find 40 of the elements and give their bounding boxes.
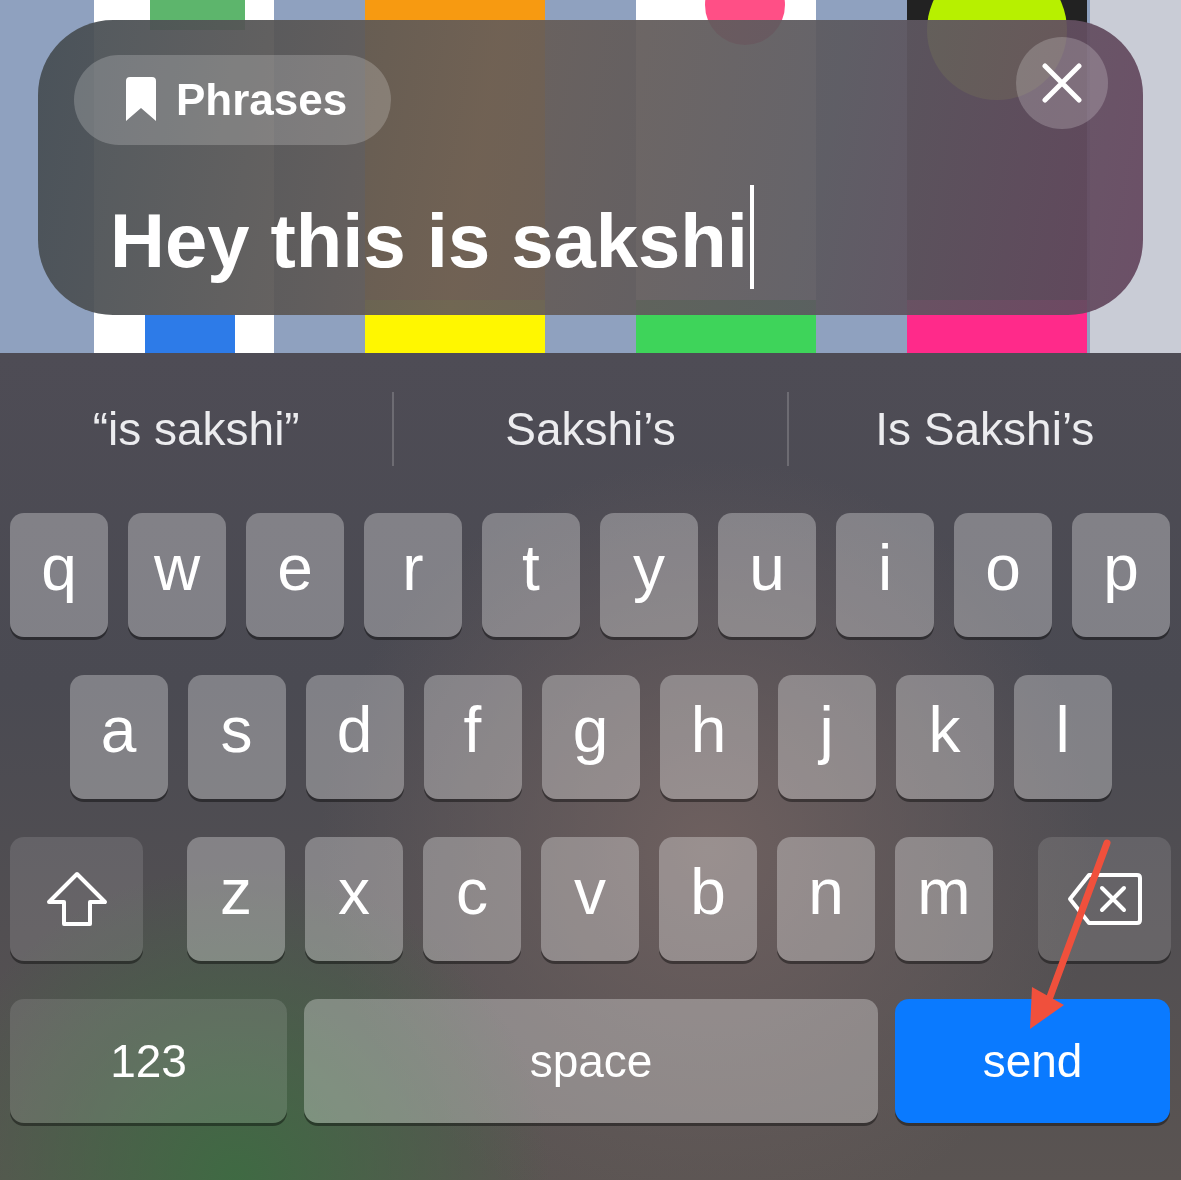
bookmark-icon [124, 77, 158, 123]
numbers-key[interactable]: 123 [10, 999, 287, 1123]
letter-key[interactable]: h [659, 675, 758, 799]
letter-key[interactable]: t [482, 513, 580, 637]
letter-key[interactable]: p [1072, 513, 1170, 637]
letter-key[interactable]: k [895, 675, 994, 799]
space-key[interactable]: space [304, 999, 878, 1123]
letter-key[interactable]: v [541, 837, 639, 961]
phrase-field[interactable]: Hey this is sakshi [110, 185, 754, 291]
suggestion[interactable]: “is sakshi” [0, 402, 393, 456]
letter-key[interactable]: a [69, 675, 168, 799]
close-icon [1042, 62, 1082, 103]
letter-key[interactable]: j [777, 675, 876, 799]
letter-key[interactable]: o [954, 513, 1052, 637]
letter-key[interactable]: b [659, 837, 757, 961]
letter-key[interactable]: u [718, 513, 816, 637]
letter-key[interactable]: i [836, 513, 934, 637]
send-button[interactable]: send [895, 999, 1170, 1123]
letter-key[interactable]: w [128, 513, 226, 637]
letter-key[interactable]: g [541, 675, 640, 799]
letter-key[interactable]: c [423, 837, 521, 961]
shift-key[interactable] [10, 837, 143, 961]
letter-key[interactable]: e [246, 513, 344, 637]
shift-icon [44, 871, 109, 927]
suggestion[interactable]: Sakshi’s [394, 402, 787, 456]
letter-key[interactable]: l [1013, 675, 1112, 799]
letter-key[interactable]: q [10, 513, 108, 637]
letter-key[interactable]: f [423, 675, 522, 799]
letter-key[interactable]: m [895, 837, 993, 961]
letter-key[interactable]: z [187, 837, 285, 961]
letter-key[interactable]: y [600, 513, 698, 637]
suggestion[interactable]: Is Sakshi’s [788, 402, 1181, 456]
letter-key[interactable]: d [305, 675, 404, 799]
letter-key[interactable]: x [305, 837, 403, 961]
letter-key[interactable]: n [777, 837, 875, 961]
delete-icon [1066, 872, 1143, 926]
letter-key[interactable]: s [187, 675, 286, 799]
letter-key[interactable]: r [364, 513, 462, 637]
phrases-button[interactable]: Phrases [74, 55, 392, 145]
delete-key[interactable] [1038, 837, 1171, 961]
